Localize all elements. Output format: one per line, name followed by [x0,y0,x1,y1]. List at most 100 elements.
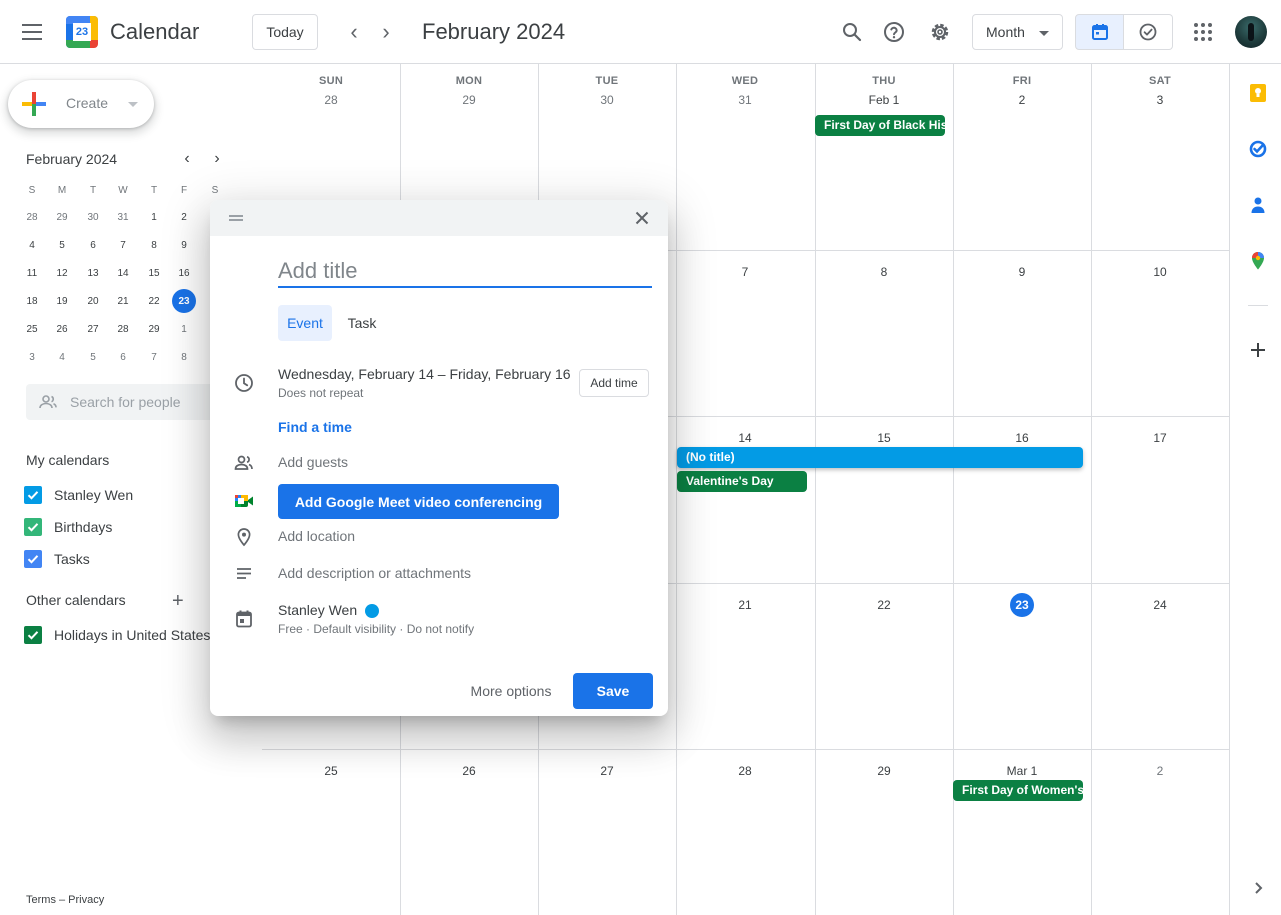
today-date-number[interactable]: 23 [1010,593,1034,617]
date-number[interactable]: 30 [538,93,676,107]
mini-calendar-day[interactable]: 15 [142,261,166,285]
mini-calendar-day[interactable]: 7 [111,233,135,257]
date-number[interactable]: 2 [953,93,1091,107]
calendar-view-toggle[interactable] [1075,14,1124,50]
mini-calendar-day[interactable]: 16 [172,261,196,285]
previous-month-button[interactable]: ‹ [342,19,366,44]
mini-calendar-day[interactable]: 29 [50,205,74,229]
date-number[interactable]: 25 [262,764,400,778]
maps-icon[interactable] [1248,251,1268,271]
date-number[interactable]: 27 [538,764,676,778]
date-number[interactable]: Mar 1 [953,764,1091,778]
mini-calendar-day[interactable]: 3 [20,345,44,369]
settings-gear-icon[interactable] [928,20,952,44]
date-number[interactable]: 2 [1091,764,1229,778]
main-menu-icon[interactable] [22,24,42,40]
mini-calendar-day[interactable]: 11 [20,261,44,285]
event-chip-draft-no-title[interactable]: (No title) [677,447,1083,468]
date-number[interactable]: Feb 1 [815,93,953,107]
event-chip-black-history-month[interactable]: First Day of Black History Month [815,115,945,136]
terms-privacy-links[interactable]: Terms – Privacy [26,894,104,906]
availability-visibility-notify[interactable]: Free · Default visibility · Do not notif… [278,622,474,636]
date-number[interactable]: 10 [1091,265,1229,279]
mini-prev-month-button[interactable]: ‹ [178,150,196,168]
mini-calendar-day[interactable]: 7 [142,345,166,369]
contacts-icon[interactable] [1248,195,1268,215]
event-chip-womens-history-month[interactable]: First Day of Women's History Month [953,780,1083,801]
add-description-field[interactable]: Add description or attachments [278,565,471,581]
mini-calendar-day[interactable]: 23 [172,289,196,313]
calendar-logo[interactable]: 23 [66,16,98,48]
other-calendars-title[interactable]: Other calendars [26,592,126,608]
mini-calendar-day[interactable]: 18 [20,289,44,313]
date-number[interactable]: 16 [953,431,1091,445]
mini-calendar-day[interactable]: 1 [172,317,196,341]
event-title-input[interactable] [278,256,652,288]
mini-next-month-button[interactable]: › [208,150,226,168]
today-button[interactable]: Today [252,14,318,50]
my-calendars-title[interactable]: My calendars [26,452,109,468]
mini-calendar-day[interactable]: 31 [111,205,135,229]
add-addon-plus-icon[interactable] [1248,340,1268,360]
date-number[interactable]: 29 [400,93,538,107]
date-number[interactable]: 8 [815,265,953,279]
mini-calendar-day[interactable]: 6 [111,345,135,369]
mini-calendar-day[interactable]: 28 [111,317,135,341]
date-number[interactable]: 7 [676,265,814,279]
mini-calendar-day[interactable]: 13 [81,261,105,285]
event-date-range[interactable]: Wednesday, February 14 – Friday, Februar… [278,366,571,382]
expand-panel-chevron-icon[interactable] [1248,878,1268,898]
add-calendar-plus-icon[interactable]: + [172,590,184,613]
help-icon[interactable] [882,20,906,44]
add-guests-field[interactable]: Add guests [278,454,348,470]
more-options-button[interactable]: More options [461,674,561,708]
create-button[interactable]: Create [8,80,154,128]
tasks-view-toggle[interactable] [1124,14,1173,50]
drag-handle-icon[interactable] [229,215,243,221]
save-button[interactable]: Save [573,673,653,709]
mini-calendar-day[interactable]: 27 [81,317,105,341]
date-number[interactable]: 17 [1091,431,1229,445]
event-chip-valentines-day[interactable]: Valentine's Day [677,471,807,492]
date-number[interactable]: 3 [1091,93,1229,107]
add-google-meet-button[interactable]: Add Google Meet video conferencing [278,484,559,519]
next-month-button[interactable]: › [374,19,398,44]
calendar-checkbox[interactable] [24,486,42,504]
tab-task[interactable]: Task [340,305,384,341]
app-title[interactable]: Calendar [110,19,199,45]
keep-icon[interactable] [1248,83,1268,103]
mini-calendar-day[interactable]: 29 [142,317,166,341]
close-icon[interactable] [632,208,652,228]
people-search-input[interactable]: Search for people [26,384,216,420]
repeat-setting[interactable]: Does not repeat [278,386,363,400]
mini-calendar-day[interactable]: 19 [50,289,74,313]
dialog-header[interactable] [210,200,668,236]
calendar-checkbox[interactable] [24,626,42,644]
mini-calendar-day[interactable]: 8 [142,233,166,257]
date-number[interactable]: 28 [676,764,814,778]
account-avatar[interactable] [1235,16,1267,48]
mini-calendar-day[interactable]: 22 [142,289,166,313]
date-number[interactable]: 22 [815,598,953,612]
mini-calendar-day[interactable]: 21 [111,289,135,313]
mini-calendar-day[interactable]: 2 [172,205,196,229]
add-location-field[interactable]: Add location [278,528,355,544]
mini-calendar-day[interactable]: 26 [50,317,74,341]
calendar-owner-name[interactable]: Stanley Wen [278,602,357,618]
date-number[interactable]: 14 [676,431,814,445]
view-selector[interactable]: Month [972,14,1063,50]
mini-calendar-day[interactable]: 9 [172,233,196,257]
search-icon[interactable] [840,20,864,44]
date-number[interactable]: 15 [815,431,953,445]
date-number[interactable]: 26 [400,764,538,778]
mini-calendar-day[interactable]: 5 [50,233,74,257]
mini-calendar-day[interactable]: 6 [81,233,105,257]
mini-calendar-day[interactable]: 12 [50,261,74,285]
mini-calendar-day[interactable]: 28 [20,205,44,229]
date-number[interactable]: 24 [1091,598,1229,612]
mini-calendar-day[interactable]: 30 [81,205,105,229]
mini-calendar-day[interactable]: 8 [172,345,196,369]
add-time-button[interactable]: Add time [579,369,649,397]
date-number[interactable]: 29 [815,764,953,778]
calendar-checkbox[interactable] [24,518,42,536]
